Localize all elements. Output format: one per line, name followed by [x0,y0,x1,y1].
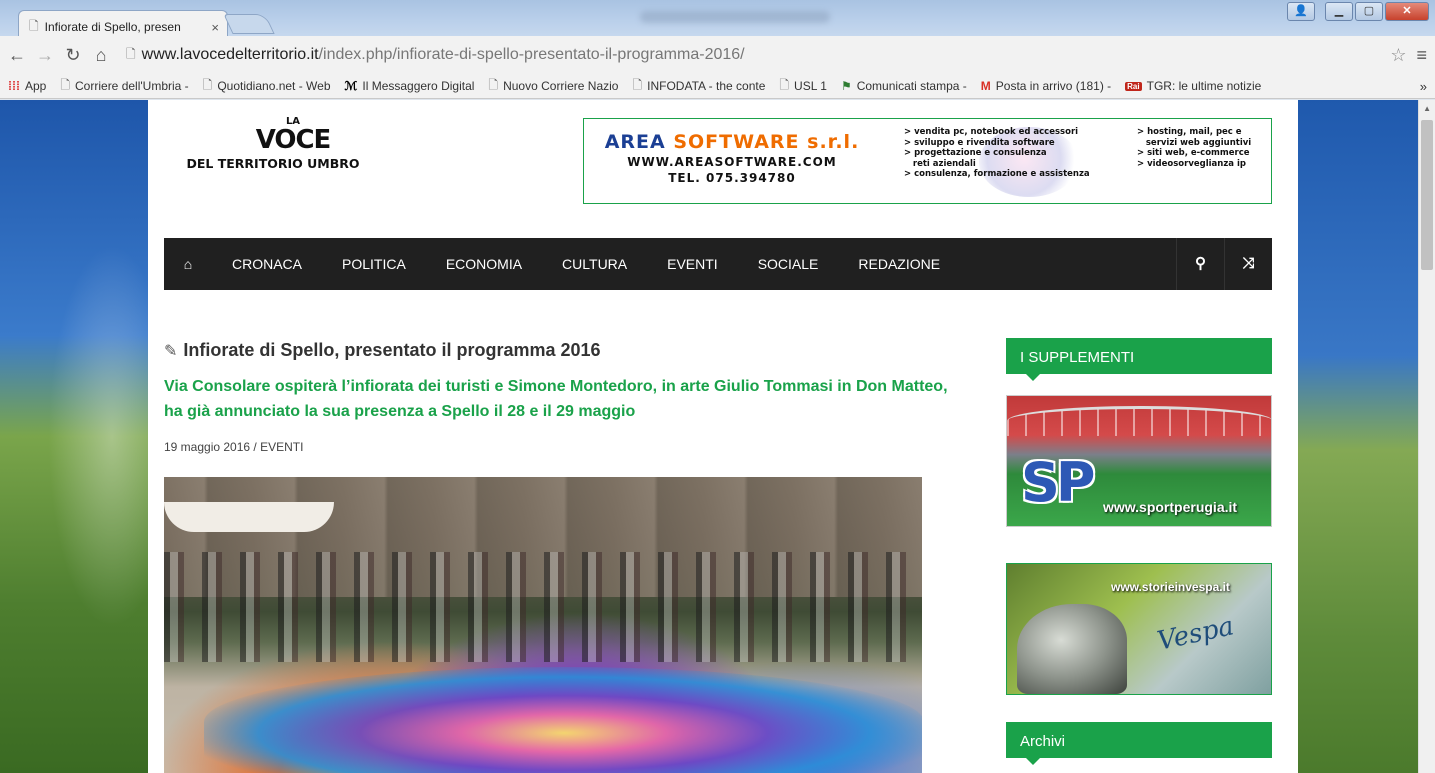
bookmark-item[interactable]: 🗋 Corriere dell'Umbria - [60,76,188,97]
area-software-banner[interactable]: AREA SOFTWARE s.r.l. WWW.AREASOFTWARE.CO… [583,118,1272,204]
banner-services-left: > vendita pc, notebook ed accessori > sv… [904,127,1090,179]
nav-item-cronaca[interactable]: CRONACA [212,238,322,290]
page-icon: 🗋 [779,77,790,92]
window-controls: 👤 ▁ ▢ ✕ [1287,2,1429,21]
menu-icon[interactable]: ≡ [1416,45,1427,66]
logo-subtitle: DEL TERRITORIO UMBRO [186,156,360,171]
home-icon[interactable]: ⌂ [164,256,212,272]
rai-icon: Rai [1125,81,1142,91]
bookmark-star-icon[interactable]: ☆ [1390,45,1406,66]
storieinvespa-ad[interactable]: www.storieinvespa.it Vespa [1006,563,1272,695]
photo-flower-carpet [204,667,922,773]
page-icon: 🗋 [488,77,499,92]
page-content: LA VOCE DEL TERRITORIO UMBRO AREA SOFTWA… [148,100,1298,773]
archivi-widget-title: Archivi [1006,722,1272,765]
page-icon: 🗋 [126,46,136,61]
banner-brand: AREA SOFTWARE s.r.l. WWW.AREASOFTWARE.CO… [592,131,872,185]
url-path: /index.php/infiorate-di-spello-presentat… [318,46,745,63]
storieinvespa-url: www.storieinvespa.it [1111,580,1230,594]
new-tab-button[interactable] [223,14,275,34]
stadium-roof-graphic [1007,406,1271,436]
nav-item-redazione[interactable]: REDAZIONE [838,238,960,290]
edit-icon: ✎ [164,342,178,360]
back-arrow-icon[interactable]: ← [8,45,26,66]
flag-icon: ⚑ [840,79,852,93]
messaggero-icon: ℳ [344,79,358,93]
nav-item-sociale[interactable]: SOCIALE [738,238,839,290]
close-window-button[interactable]: ✕ [1385,2,1429,21]
tab-title: Infiorate di Spello, presen [44,20,181,34]
address-toolbar: ← → ↻ ⌂ 🗋 www.lavocedelterritorio.it/ind… [0,36,1435,74]
sportperugia-ad[interactable]: SP www.sportperugia.it [1006,395,1272,527]
article-subtitle: Via Consolare ospiterà l’infiorata dei t… [164,378,948,420]
vespa-scooter-graphic [1017,604,1127,694]
shuffle-icon[interactable]: ⤨ [1224,238,1272,290]
banner-tel: TEL. 075.394780 [668,171,796,185]
bookmark-item[interactable]: 🗋 INFODATA - the conte [632,76,765,97]
home-icon[interactable]: ⌂ [92,45,110,66]
bookmark-item[interactable]: Rai TGR: le ultime notizie [1125,79,1261,93]
bookmark-item[interactable]: ℳ Il Messaggero Digital [345,79,475,93]
bookmark-item[interactable]: 🗋 USL 1 [779,76,827,97]
browser-tab-active[interactable]: 🗋 Infiorate di Spello, presen × [18,10,228,37]
page-viewport: LA VOCE DEL TERRITORIO UMBRO AREA SOFTWA… [0,100,1435,773]
maximize-button[interactable]: ▢ [1355,2,1383,21]
page-icon: 🗋 [60,77,71,92]
main-navbar: ⌂ CRONACA POLITICA ECONOMIA CULTURA EVEN… [164,238,1272,290]
page-icon: 🗋 [202,77,213,92]
sportperugia-url: www.sportperugia.it [1103,499,1238,515]
banner-name: AREA SOFTWARE s.r.l. [604,131,860,153]
minimize-button[interactable]: ▁ [1325,2,1353,21]
article-photo-infiorata[interactable] [164,477,922,773]
photo-crowd [164,552,922,662]
vespa-script-logo: Vespa [1154,611,1237,657]
photo-awning [164,502,334,532]
url-bar[interactable]: 🗋 www.lavocedelterritorio.it/index.php/i… [120,41,1380,69]
page-icon: 🗋 [29,18,39,33]
logo-voce: VOCE [255,125,332,155]
background-landscape-right [1295,100,1435,773]
bookmarks-bar: ⁞⁞⁞ App 🗋 Corriere dell'Umbria - 🗋 Quotidia… [0,74,1435,99]
bookmark-item[interactable]: ⁞⁞⁞ App [8,79,46,93]
background-landscape-left [0,100,160,773]
window-titlebar: 🗋 Infiorate di Spello, presen × 👤 ▁ ▢ ✕ [0,0,1435,37]
nav-item-politica[interactable]: POLITICA [322,238,426,290]
sp-logo: SP [1021,451,1095,514]
nav-tools: ⚲ ⤨ [1176,238,1272,290]
window-title-blurred [640,11,830,23]
search-icon[interactable]: ⚲ [1176,238,1224,290]
article-meta: 19 maggio 2016 / EVENTI [164,440,304,454]
site-logo[interactable]: LA VOCE DEL TERRITORIO UMBRO [168,116,378,186]
bookmark-item[interactable]: 🗋 Quotidiano.net - Web [203,76,331,97]
supplementi-widget-title: I SUPPLEMENTI [1006,338,1272,381]
nav-item-cultura[interactable]: CULTURA [542,238,647,290]
article-title-text: Infiorate di Spello, presentato il progr… [183,340,601,360]
nav-item-economia[interactable]: ECONOMIA [426,238,542,290]
page-icon: 🗋 [632,77,643,92]
scroll-up-icon[interactable]: ▲ [1423,104,1431,113]
gmail-icon: M [980,79,991,93]
bookmark-item[interactable]: ⚑ Comunicati stampa - [841,79,967,93]
reload-icon[interactable]: ↻ [64,45,82,66]
tab-close-icon[interactable]: × [211,20,219,35]
banner-url: WWW.AREASOFTWARE.COM [627,155,837,169]
scrollbar-thumb[interactable] [1421,120,1433,270]
user-profile-icon[interactable]: 👤 [1287,2,1315,21]
apps-icon: ⁞⁞⁞ [8,79,20,93]
bookmark-item[interactable]: M Posta in arrivo (181) - [981,79,1111,93]
bookmarks-overflow-icon[interactable]: » [1420,79,1427,94]
bookmark-item[interactable]: 🗋 Nuovo Corriere Nazio [488,76,618,97]
page-scrollbar[interactable]: ▲ [1418,100,1435,773]
url-host: www.lavocedelterritorio.it [141,46,319,63]
forward-arrow-icon[interactable]: → [36,45,54,66]
article-title: ✎ Infiorate di Spello, presentato il pro… [164,340,601,361]
banner-services-right: > hosting, mail, pec e servizi web aggiu… [1137,127,1252,169]
nav-item-eventi[interactable]: EVENTI [647,238,738,290]
